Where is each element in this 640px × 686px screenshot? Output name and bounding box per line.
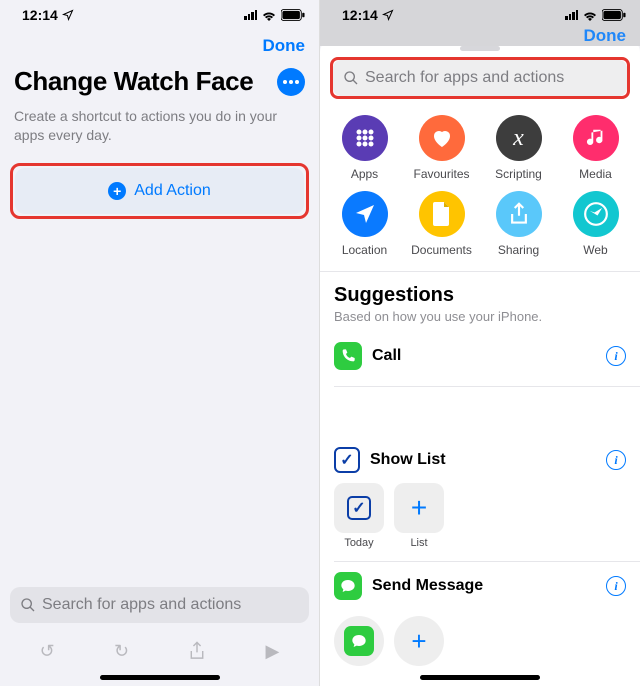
category-label: Apps — [351, 167, 378, 181]
suggestion-label: Send Message — [372, 577, 596, 595]
sheet-grabber[interactable] — [460, 46, 500, 51]
info-button[interactable]: i — [606, 346, 626, 366]
suggestions-subheading: Based on how you use your iPhone. — [334, 309, 626, 324]
suggestion-label: Show List — [370, 451, 596, 469]
status-bar: 12:14 — [0, 0, 319, 30]
done-button[interactable]: Done — [263, 36, 306, 56]
share-icon[interactable] — [188, 641, 206, 661]
category-sharing[interactable]: Sharing — [480, 191, 557, 257]
add-action-highlight: + Add Action — [10, 163, 309, 219]
category-label: Favourites — [413, 167, 469, 181]
phone-app-icon — [334, 342, 362, 370]
wifi-icon — [261, 9, 277, 21]
more-button[interactable] — [277, 68, 305, 96]
add-action-label: Add Action — [134, 182, 211, 200]
category-label: Web — [583, 243, 607, 257]
battery-icon — [602, 9, 626, 21]
category-media[interactable]: Media — [557, 115, 634, 181]
web-icon — [573, 191, 619, 237]
chip-messages[interactable] — [334, 616, 384, 666]
category-label: Documents — [411, 243, 472, 257]
send-message-chips: + — [320, 610, 640, 666]
home-indicator — [100, 675, 220, 680]
search-icon — [343, 70, 359, 86]
done-button-bg: Done — [584, 26, 627, 46]
wifi-icon — [582, 9, 598, 21]
signal-icon — [244, 10, 257, 20]
category-grid: Apps Favourites x Scripting Media Location Doc… — [320, 109, 640, 272]
category-favourites[interactable]: Favourites — [403, 115, 480, 181]
category-web[interactable]: Web — [557, 191, 634, 257]
signal-icon — [565, 10, 578, 20]
category-location[interactable]: Location — [326, 191, 403, 257]
redo-button[interactable]: ↻ — [114, 641, 129, 662]
chip-list[interactable]: + — [394, 483, 444, 533]
add-action-button[interactable]: + Add Action — [15, 168, 304, 214]
status-time: 12:14 — [22, 7, 58, 23]
search-icon — [20, 597, 36, 613]
search-placeholder: Search for apps and actions — [365, 69, 564, 87]
chip-add[interactable]: + — [394, 616, 444, 666]
info-button[interactable]: i — [606, 576, 626, 596]
suggestion-show-list[interactable]: ✓ Show List i — [320, 437, 640, 483]
search-input[interactable]: Search for apps and actions — [10, 587, 309, 623]
chip-today[interactable]: ✓ — [334, 483, 384, 533]
search-highlight: Search for apps and actions — [330, 57, 630, 99]
apps-icon — [342, 115, 388, 161]
chip-label: List — [410, 537, 427, 549]
status-time: 12:14 — [342, 7, 378, 23]
music-icon — [573, 115, 619, 161]
undo-button[interactable]: ↺ — [40, 641, 55, 662]
dimmed-backdrop: Done — [320, 30, 640, 46]
script-icon: x — [496, 115, 542, 161]
category-label: Media — [579, 167, 612, 181]
suggestion-call[interactable]: Call i — [320, 332, 640, 380]
suggestions-list: Call i ✓ Show List i ✓ Today + List — [320, 326, 640, 666]
document-icon — [419, 191, 465, 237]
suggestion-label: Call — [372, 347, 596, 365]
location-arrow-icon — [62, 9, 74, 21]
home-indicator — [420, 675, 540, 680]
action-picker-sheet: Search for apps and actions Apps Favourit… — [320, 40, 640, 686]
battery-icon — [281, 9, 305, 21]
category-label: Sharing — [498, 243, 539, 257]
search-placeholder: Search for apps and actions — [42, 596, 241, 614]
location-arrow-icon — [382, 9, 394, 21]
suggestions-heading: Suggestions — [334, 284, 626, 307]
category-documents[interactable]: Documents — [403, 191, 480, 257]
action-picker-screen: 12:14 Done Search for apps and actions A… — [320, 0, 640, 686]
bottom-toolbar: ↺ ↻ ▶ — [0, 631, 319, 671]
chip-label: Today — [344, 537, 373, 549]
location-icon — [342, 191, 388, 237]
info-button[interactable]: i — [606, 450, 626, 470]
page-subtitle: Create a shortcut to actions you do in y… — [0, 107, 319, 163]
messages-app-icon — [334, 572, 362, 600]
search-input[interactable]: Search for apps and actions — [333, 60, 627, 96]
checklist-icon: ✓ — [334, 447, 360, 473]
category-scripting[interactable]: x Scripting — [480, 115, 557, 181]
category-label: Scripting — [495, 167, 542, 181]
heart-icon — [419, 115, 465, 161]
nav-bar: Done — [0, 30, 319, 60]
play-button[interactable]: ▶ — [266, 641, 280, 662]
shortcut-editor-screen: 12:14 Done Change Watch Face Create a sh… — [0, 0, 320, 686]
category-apps[interactable]: Apps — [326, 115, 403, 181]
share-icon — [496, 191, 542, 237]
plus-circle-icon: + — [108, 182, 126, 200]
page-title: Change Watch Face — [14, 66, 253, 97]
category-label: Location — [342, 243, 387, 257]
show-list-chips: ✓ Today + List — [320, 483, 640, 555]
suggestion-send-message[interactable]: Send Message i — [320, 562, 640, 610]
